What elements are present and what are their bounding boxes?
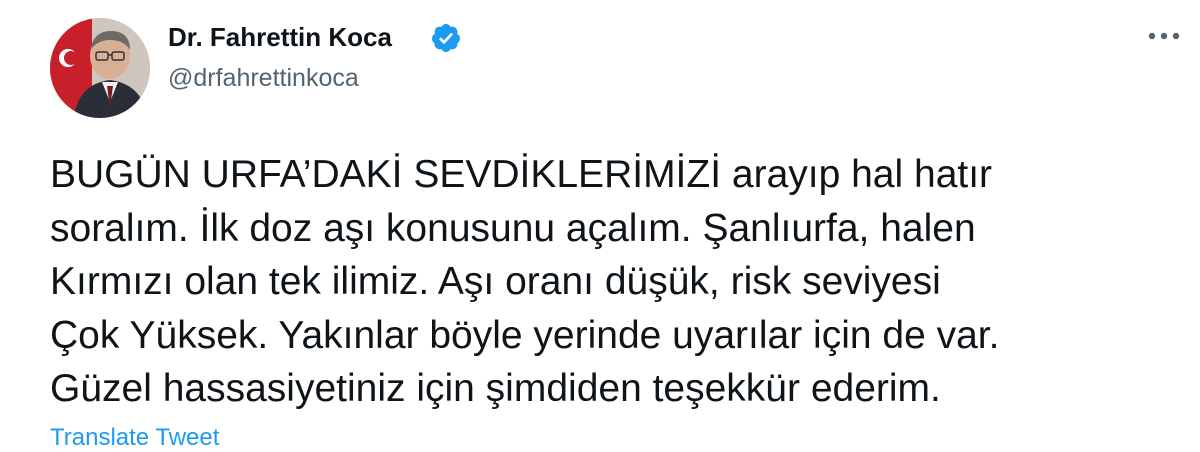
avatar-photo — [50, 18, 150, 118]
verified-badge-icon — [431, 24, 460, 52]
tweet-card: Dr. Fahrettin Koca @drfahrettinkoca BUGÜ… — [0, 0, 1200, 451]
tweet-text-line: Güzel hassasiyetiniz için şimdiden teşek… — [50, 367, 941, 410]
tweet-text-line: Kırmızı olan tek ilimiz. Aşı oranı düşük… — [50, 260, 941, 303]
translate-tweet-link[interactable]: Translate Tweet — [50, 424, 219, 452]
more-options-icon[interactable] — [1138, 18, 1190, 54]
author-handle[interactable]: @drfahrettinkoca — [168, 64, 359, 93]
tweet-text-line: Çok Yüksek. Yakınlar böyle yerinde uyarı… — [50, 313, 1000, 357]
author-avatar[interactable] — [50, 18, 150, 118]
tweet-text-line: BUGÜN URFA’DAKİ SEVDİKLERİMİZİ arayıp ha… — [50, 153, 993, 196]
tweet-text: BUGÜN URFA’DAKİ SEVDİKLERİMİZİ arayıp ha… — [50, 148, 1160, 416]
tweet-text-line: soralım. İlk doz aşı konusunu açalım. Şa… — [50, 206, 976, 250]
author-display-name[interactable]: Dr. Fahrettin Koca — [168, 22, 392, 53]
